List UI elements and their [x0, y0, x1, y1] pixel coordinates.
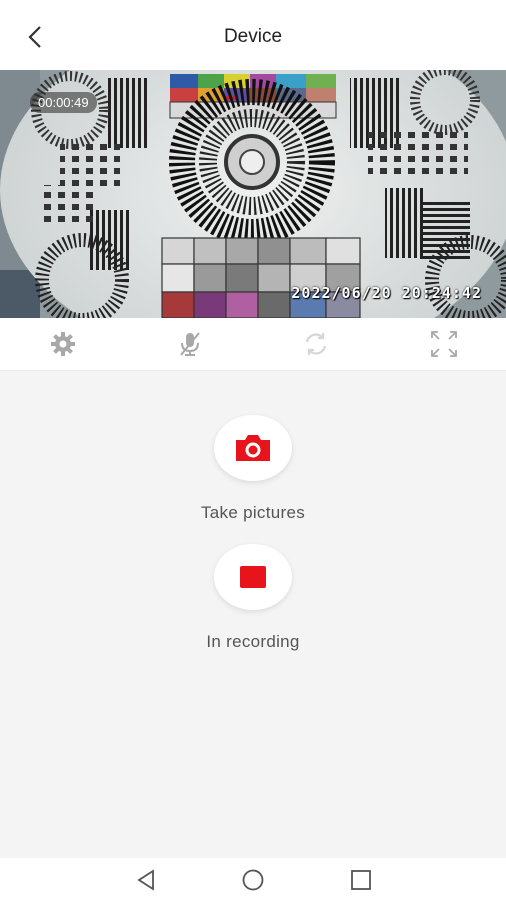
camera-icon — [236, 435, 270, 461]
page-title: Device — [223, 26, 283, 47]
mic-muted-icon — [180, 332, 200, 356]
video-toolbar — [0, 318, 506, 371]
recording-timer: 00:00:49 — [30, 92, 97, 113]
nav-back-button[interactable] — [134, 868, 158, 892]
recording-label: In recording — [206, 632, 300, 651]
video-feed[interactable]: 00:00:49 2022/06/20 20:24:42 — [0, 70, 506, 318]
app-header: Device — [0, 0, 506, 70]
fullscreen-icon — [431, 331, 457, 357]
mute-button[interactable] — [176, 330, 204, 358]
recording-section: In recording — [0, 544, 506, 652]
home-circle-icon — [242, 869, 264, 891]
rotate-icon — [305, 333, 327, 355]
stop-icon — [240, 566, 266, 588]
recents-square-icon — [351, 870, 371, 890]
gear-icon — [51, 332, 75, 356]
rotate-button[interactable] — [302, 330, 330, 358]
back-triangle-icon — [137, 869, 154, 891]
take-pictures-section: Take pictures — [0, 415, 506, 523]
take-pictures-label: Take pictures — [200, 503, 306, 522]
fullscreen-button[interactable] — [430, 330, 458, 358]
video-timestamp: 2022/06/20 20:24:42 — [291, 284, 482, 302]
system-nav-bar — [0, 858, 506, 900]
take-picture-button[interactable] — [214, 415, 292, 481]
nav-recents-button[interactable] — [349, 868, 373, 892]
nav-home-button[interactable] — [241, 868, 265, 892]
settings-button[interactable] — [49, 330, 77, 358]
stop-recording-button[interactable] — [214, 544, 292, 610]
